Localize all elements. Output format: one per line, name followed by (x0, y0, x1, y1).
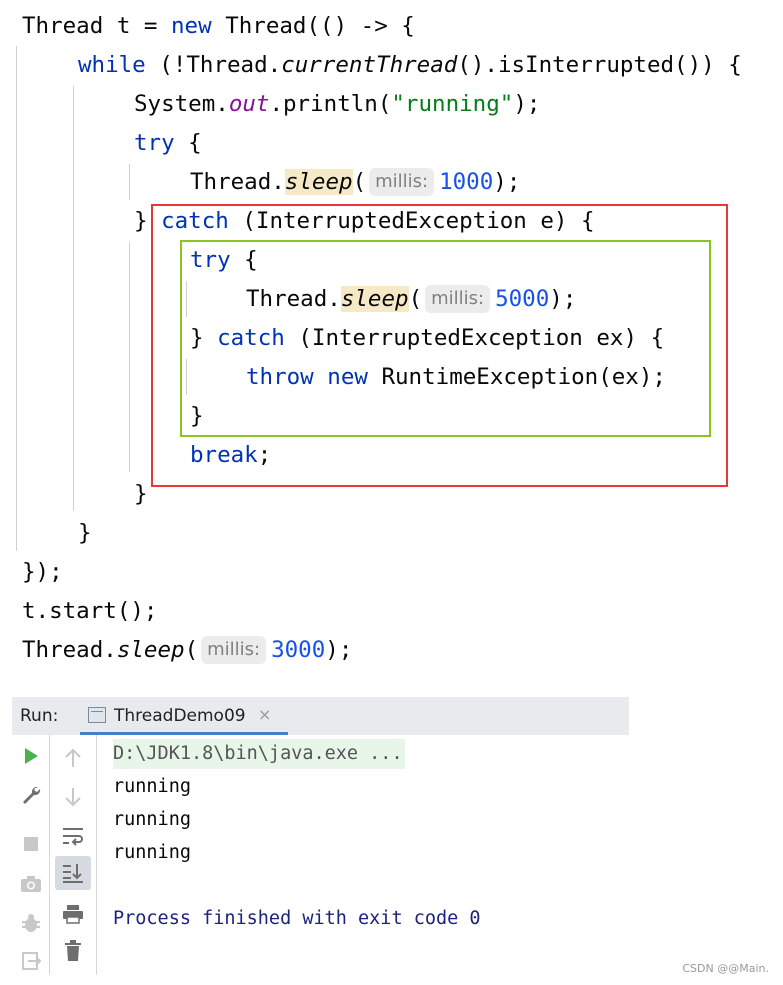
code-token: } (78, 520, 92, 546)
indent-guide (129, 164, 130, 200)
console-line: running (113, 842, 191, 863)
code-token: } (134, 481, 148, 507)
keyword-token: try (134, 130, 175, 156)
code-line-16[interactable]: t.start(); (22, 592, 157, 631)
run-label: Run: (20, 706, 59, 726)
code-token: .println( (269, 91, 392, 117)
trash-icon[interactable] (59, 937, 87, 965)
code-line-2[interactable]: while (!Thread.currentThread().isInterru… (78, 46, 742, 85)
indent-guide (73, 86, 74, 511)
code-line-5[interactable]: Thread.sleep(millis: 1000); (190, 163, 520, 202)
method-token: sleep (116, 637, 185, 663)
parameter-hint: millis: (369, 168, 435, 196)
code-token: ( (352, 169, 367, 195)
run-tab[interactable]: ThreadDemo09 × (80, 697, 288, 735)
code-token: System. (134, 91, 229, 117)
keyword-token: new (171, 13, 212, 39)
inner-try-highlight-box (180, 240, 711, 437)
run-toolbar-left (12, 735, 50, 975)
code-token: { (174, 130, 202, 156)
print-icon[interactable] (59, 900, 87, 928)
parameter-hint: millis: (201, 636, 267, 664)
code-editor[interactable]: Thread t = new Thread(() -> { while (!Th… (0, 0, 783, 680)
code-token: }); (22, 559, 63, 585)
code-line-15[interactable]: }); (22, 553, 63, 592)
stop-icon[interactable] (17, 830, 45, 858)
number-token: 3000 (271, 637, 326, 663)
play-icon[interactable] (17, 742, 45, 770)
run-tab-title: ThreadDemo09 (114, 706, 246, 726)
exit-icon[interactable] (17, 947, 45, 975)
console-line: running (113, 776, 191, 797)
method-token: currentThread (281, 52, 458, 78)
code-line-3[interactable]: System.out.println("running"); (134, 85, 540, 124)
code-token: (!Thread. (145, 52, 282, 78)
code-token: Thread t = (22, 13, 172, 39)
console-output[interactable]: D:\JDK1.8\bin\java.exe ... running runni… (113, 735, 633, 975)
close-tab-icon[interactable]: × (258, 705, 271, 724)
console-exit-line: Process finished with exit code 0 (113, 908, 481, 929)
number-token: 1000 (439, 169, 494, 195)
string-token: "running" (391, 91, 514, 117)
code-token: ().isInterrupted()) { (457, 52, 742, 78)
code-line-1[interactable]: Thread t = new Thread(() -> { (22, 7, 415, 46)
code-token: Thread. (190, 169, 285, 195)
field-token: out (228, 91, 270, 117)
code-token: ); (493, 169, 521, 195)
soft-wrap-icon[interactable] (59, 822, 87, 850)
code-token: t.start(); (22, 598, 158, 624)
code-line-17[interactable]: Thread.sleep(millis: 3000); (22, 631, 352, 670)
indent-guide (129, 242, 130, 472)
arrow-down-icon[interactable] (59, 783, 87, 811)
run-toolbar-right (50, 735, 97, 975)
code-line-14[interactable]: } (78, 514, 92, 553)
watermark: CSDN @@Main. (682, 962, 769, 975)
run-panel: Run: ThreadDemo09 × D:\JDK1.8\bin\java.e… (12, 697, 629, 977)
bug-icon[interactable] (17, 909, 45, 937)
code-token: Thread. (22, 637, 117, 663)
keyword-token: while (78, 52, 146, 78)
scroll-to-end-icon[interactable] (55, 856, 91, 890)
method-token: sleep (284, 169, 353, 195)
wrench-icon[interactable] (17, 781, 45, 809)
run-panel-header: Run: ThreadDemo09 × (12, 697, 629, 735)
indent-guide (16, 46, 17, 551)
code-token: ( (184, 637, 199, 663)
arrow-up-icon[interactable] (59, 744, 87, 772)
code-line-13[interactable]: } (134, 475, 148, 514)
console-line: running (113, 809, 191, 830)
code-token: Thread(() -> { (211, 13, 415, 39)
code-token: ); (513, 91, 541, 117)
console-command-line: D:\JDK1.8\bin\java.exe ... (113, 739, 405, 769)
camera-icon[interactable] (17, 870, 45, 898)
code-line-4[interactable]: try { (134, 124, 202, 163)
code-token: ); (325, 637, 353, 663)
console-icon (88, 707, 106, 723)
